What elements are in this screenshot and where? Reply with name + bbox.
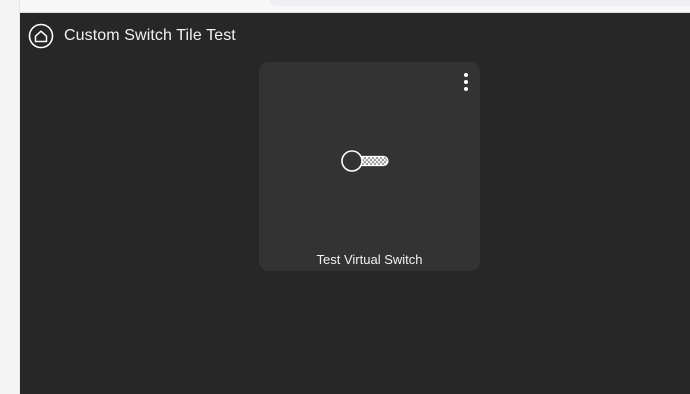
menu-dot <box>464 80 468 84</box>
address-bar-fragment[interactable] <box>270 0 690 6</box>
toggle-switch-icon[interactable] <box>340 149 390 173</box>
browser-topbar <box>0 0 690 13</box>
menu-dot <box>464 73 468 77</box>
more-vertical-icon[interactable] <box>460 70 472 94</box>
switch-tile[interactable]: Test Virtual Switch <box>259 62 480 271</box>
dashboard-title: Custom Switch Tile Test <box>64 27 236 44</box>
menu-dot <box>464 87 468 91</box>
home-icon[interactable] <box>28 23 54 49</box>
left-gutter <box>0 0 20 394</box>
tile-label: Test Virtual Switch <box>316 252 423 267</box>
dashboard-page: Custom Switch Tile Test Test Virtual Swi… <box>0 0 690 394</box>
dashboard-header: Custom Switch Tile Test <box>28 22 236 50</box>
